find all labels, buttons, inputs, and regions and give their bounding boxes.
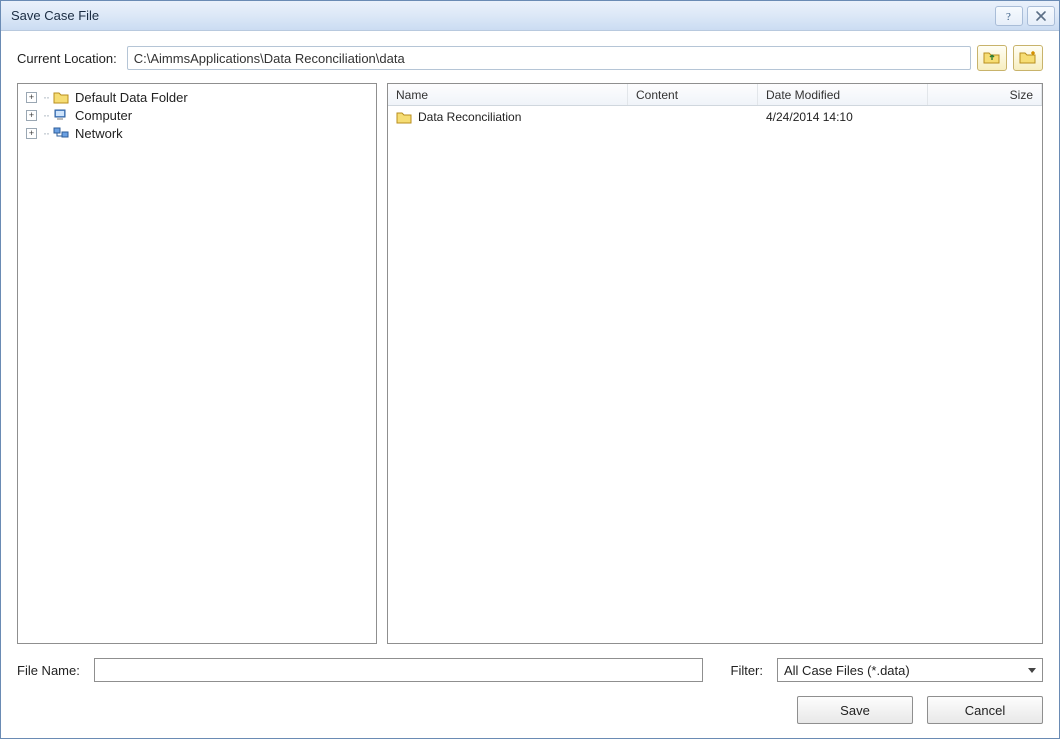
tree-node-label: Computer [75,108,132,123]
chevron-down-icon [1028,668,1036,673]
tree-node-label: Default Data Folder [75,90,188,105]
tree-connector: ·· [43,90,49,104]
filename-input[interactable] [94,658,703,682]
window-title: Save Case File [11,8,995,23]
tree-connector: ·· [43,108,49,122]
filter-label: Filter: [731,663,764,678]
help-icon: ? [1003,10,1015,22]
list-item[interactable]: Data Reconciliation 4/24/2014 14:10 [388,106,1042,128]
close-button[interactable] [1027,6,1055,26]
list-item-name: Data Reconciliation [418,110,521,124]
computer-icon [53,108,69,122]
expand-icon[interactable] [26,128,37,139]
network-icon [53,126,69,140]
tree-node-computer[interactable]: ·· Computer [22,106,372,124]
filter-dropdown[interactable]: All Case Files (*.data) [777,658,1043,682]
new-folder-icon [1019,49,1037,68]
filename-filter-row: File Name: Filter: All Case Files (*.dat… [17,658,1043,682]
expand-icon[interactable] [26,110,37,121]
list-item-date: 4/24/2014 14:10 [758,110,928,124]
location-input[interactable] [127,46,971,70]
folder-icon [396,110,412,124]
folder-tree[interactable]: ·· Default Data Folder ·· Computer [17,83,377,644]
action-buttons-row: Save Cancel [17,696,1043,724]
list-item-name-cell: Data Reconciliation [388,110,628,124]
folder-up-button[interactable] [977,45,1007,71]
cancel-button-label: Cancel [965,703,1005,718]
tree-node-default-data-folder[interactable]: ·· Default Data Folder [22,88,372,106]
tree-node-label: Network [75,126,123,141]
dialog-body: Current Location: [1,31,1059,738]
location-row: Current Location: [17,45,1043,71]
column-header-content[interactable]: Content [628,84,758,105]
new-folder-button[interactable] [1013,45,1043,71]
svg-text:?: ? [1006,11,1011,22]
filename-label: File Name: [17,663,80,678]
titlebar: Save Case File ? [1,1,1059,31]
titlebar-buttons: ? [995,6,1055,26]
save-button-label: Save [840,703,870,718]
help-button[interactable]: ? [995,6,1023,26]
folder-icon [53,90,69,104]
tree-connector: ·· [43,126,49,140]
save-case-file-dialog: Save Case File ? Current Location: [0,0,1060,739]
column-header-size[interactable]: Size [928,84,1042,105]
file-list-rows[interactable]: Data Reconciliation 4/24/2014 14:10 [388,106,1042,643]
file-list: Name Content Date Modified Size Data Rec… [387,83,1043,644]
panels: ·· Default Data Folder ·· Computer [17,83,1043,644]
expand-icon[interactable] [26,92,37,103]
filter-value: All Case Files (*.data) [784,663,910,678]
save-button[interactable]: Save [797,696,913,724]
location-label: Current Location: [17,51,117,66]
file-list-header: Name Content Date Modified Size [388,84,1042,106]
close-icon [1035,10,1047,22]
folder-up-icon [983,49,1001,68]
column-header-date[interactable]: Date Modified [758,84,928,105]
column-header-name[interactable]: Name [388,84,628,105]
cancel-button[interactable]: Cancel [927,696,1043,724]
tree-node-network[interactable]: ·· Network [22,124,372,142]
